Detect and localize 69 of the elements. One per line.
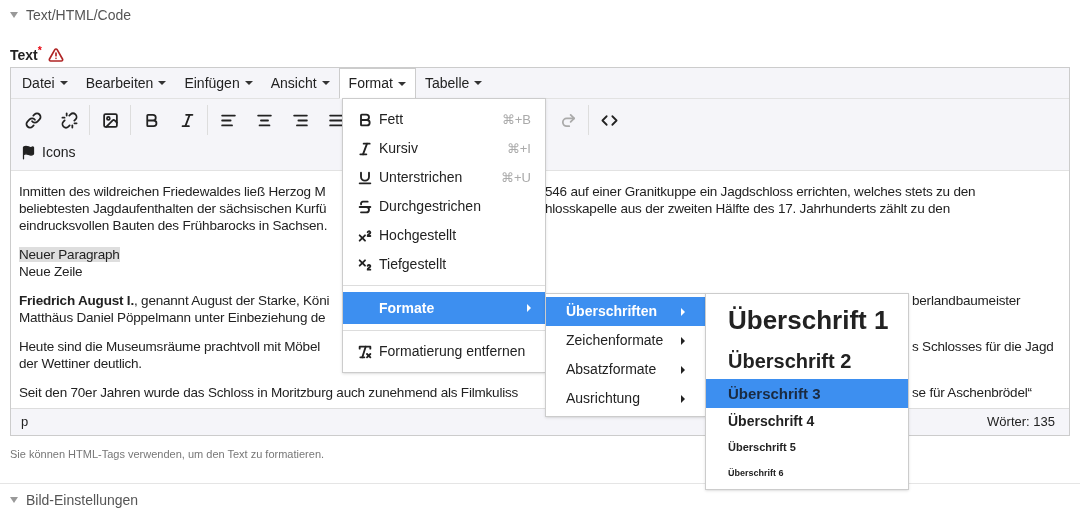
menu-option[interactable]: Hochgestellt (343, 221, 545, 250)
menu-option[interactable]: Überschrift 6 (706, 461, 908, 486)
shortcut-text: ⌘+B (501, 110, 531, 129)
paragraph-text: s Schlosses für die Jagd (912, 338, 1054, 355)
submenu-caret-icon (681, 307, 685, 316)
underline-icon (357, 169, 373, 186)
menu-item[interactable]: Format (338, 68, 416, 99)
menu-item[interactable]: Tabelle (415, 68, 492, 98)
section-title[interactable]: Text/HTML/Code (26, 4, 132, 26)
submenu-caret-icon (681, 365, 685, 374)
paragraph-text: Seit den 70er Jahren wurde das Schloss in Moritzburg auch zunehmend als Filmkuliss (19, 385, 519, 400)
menu-item[interactable]: Datei (13, 68, 77, 98)
paragraph-text: se für Aschenbrödel“ (912, 384, 1032, 401)
field-label: Text$^{*}$ (10, 44, 42, 65)
section-title[interactable]: Bild-Einstellungen (26, 489, 139, 508)
menu-option[interactable]: Tiefgestellt (343, 250, 545, 279)
submenu-caret-icon (527, 304, 531, 312)
caret-icon (321, 81, 330, 85)
menu-option[interactable]: Durchgestrichen (343, 192, 545, 221)
menu-option[interactable]: Überschrift 4 (706, 408, 908, 434)
paragraph-text: hlosskapelle aus der zweiten Hälfte des 17. Jahrhunderts zählt zu den (545, 200, 950, 217)
superscript-icon (357, 227, 373, 244)
menu-item[interactable]: Einfügen (175, 68, 262, 98)
paragraph-text: eindrucksvollen Bauten des Frühbarocks in Sachsen. (19, 218, 328, 233)
warning-icon (47, 47, 64, 63)
paragraph-text: beliebtesten Jagdaufenthalten der sächsischen Kurfü (19, 201, 327, 216)
menu-option[interactable]: Überschrift 3 (706, 379, 908, 408)
menu-option[interactable]: Überschrift 5 (706, 434, 908, 461)
icons-button[interactable]: Icons (15, 138, 82, 166)
submenu-caret-icon (681, 336, 685, 345)
paragraph-text: Inmitten des wildreichen Friedewaldes ließ Herzog M (19, 184, 326, 199)
strikethrough-icon (357, 198, 373, 215)
menu-option[interactable]: Ausrichtung (546, 384, 705, 413)
caret-icon (397, 81, 406, 86)
paragraph-text: Friedrich August I., genannt August der Starke, Köni (19, 293, 330, 308)
menu-item[interactable]: Bearbeiten (76, 68, 176, 98)
paragraph-text: Heute sind die Museumsräume prachtvoll mit Möbel (19, 339, 321, 354)
menu-option[interactable]: Absatzformate (546, 355, 705, 384)
bold-icon (357, 111, 373, 128)
menu-option[interactable]: Unterstrichen ⌘+U (343, 163, 545, 192)
submenu-caret-icon (681, 394, 685, 403)
menu-option[interactable]: Fett ⌘+B (343, 105, 545, 134)
paragraph-text: Matthäus Daniel Pöppelmann unter Einbeziehung de (19, 310, 326, 325)
paragraph-text: berlandbaumeister (912, 292, 1021, 309)
menu-option[interactable]: Überschrift 2 (706, 343, 908, 379)
word-count: Wörter: 135 (987, 413, 1055, 432)
shortcut-text: ⌘+I (506, 139, 531, 158)
collapse-triangle-icon[interactable] (10, 497, 18, 503)
caret-icon (59, 81, 68, 85)
menu-option[interactable]: Formatierung entfernen (343, 337, 545, 366)
clear-format-icon (357, 343, 373, 360)
element-path[interactable]: p (21, 412, 29, 432)
menu-option[interactable]: Überschrift 1 (706, 297, 908, 343)
subscript-icon (357, 256, 373, 273)
paragraph-text: Neue Zeile (19, 264, 83, 279)
paragraph-text: Neuer Paragraph (19, 247, 120, 262)
menu-option[interactable]: Kursiv ⌘+I (343, 134, 545, 163)
caret-icon (158, 81, 167, 85)
menu-item[interactable]: Ansicht (261, 68, 339, 98)
caret-icon (244, 81, 253, 85)
shortcut-text: ⌘+U (501, 168, 531, 187)
collapse-triangle-icon[interactable] (10, 12, 18, 18)
menu-option[interactable]: Zeichenformate (546, 326, 705, 355)
flag-icon (21, 144, 36, 160)
italic-icon (357, 140, 373, 157)
help-text: Sie können HTML-Tags verwenden, um den Text zu formatieren. (10, 448, 325, 460)
paragraph-text: der Wettiner deutlich. (19, 356, 142, 371)
paragraph-text: 546 auf einer Granitkuppe ein Jagdschloss errichten, welches stets zu den (545, 183, 976, 200)
caret-icon (474, 81, 483, 85)
